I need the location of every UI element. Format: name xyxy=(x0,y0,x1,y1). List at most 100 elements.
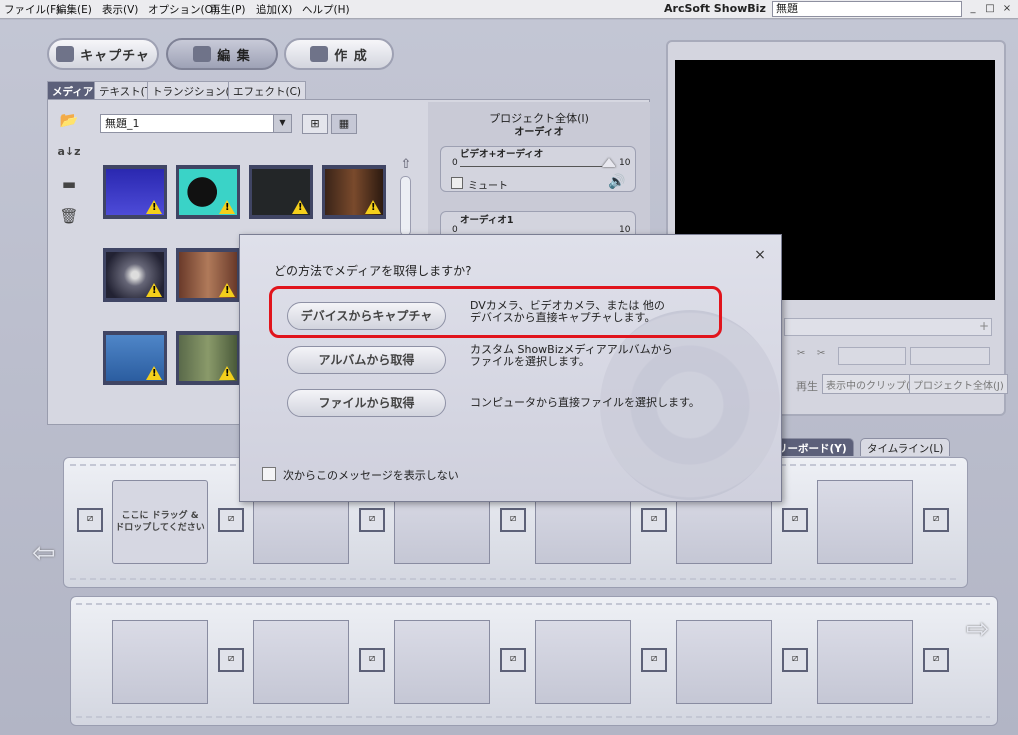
media-thumbnail[interactable] xyxy=(103,248,167,302)
tab-effect[interactable]: エフェクト(C) xyxy=(228,81,307,99)
slider-icon[interactable]: ▬ xyxy=(55,172,83,196)
media-thumbnail[interactable] xyxy=(176,331,240,385)
create-mode-button[interactable]: 作 成 xyxy=(284,38,394,70)
scroll-left-arrow-icon[interactable]: ⇦ xyxy=(32,536,55,569)
project-name-field[interactable]: 無題 xyxy=(772,1,962,17)
media-thumbnail[interactable] xyxy=(176,248,240,302)
menu-help[interactable]: ヘルプ(H) xyxy=(302,2,350,17)
transition-slot-icon[interactable]: ⧄ xyxy=(218,508,244,532)
app-title: ArcSoft ShowBiz xyxy=(664,2,766,15)
video-audio-label: ビデオ+オーディオ xyxy=(460,149,544,160)
storyboard-frame[interactable] xyxy=(253,620,349,704)
transition-slot-icon[interactable]: ⧄ xyxy=(359,648,385,672)
project-panel-subtitle: オーディオ xyxy=(514,127,564,138)
menu-file[interactable]: ファイル(F) xyxy=(4,2,60,17)
edit-mode-button[interactable]: 編 集 xyxy=(166,38,278,70)
audio1-label: オーディオ1 xyxy=(460,215,514,226)
drop-hint-line2: ドロップしてください xyxy=(115,523,205,533)
storyboard-frame[interactable] xyxy=(817,480,913,564)
scroll-up-arrow-icon[interactable]: ⇧ xyxy=(398,157,414,173)
tab-storyboard[interactable]: リーボード(Y) xyxy=(770,438,854,456)
menu-view[interactable]: 表示(V) xyxy=(102,2,138,17)
desc-line: デバイスから直接キャプチャします。 xyxy=(470,311,656,324)
desc-line: ファイルを選択します。 xyxy=(470,355,590,368)
capture-mode-button[interactable]: キャプチャ xyxy=(47,38,159,70)
volume-slider-track[interactable] xyxy=(460,166,616,167)
trim-end-icon[interactable]: ✂ xyxy=(817,348,825,359)
camera-icon xyxy=(56,46,75,62)
get-from-file-button[interactable]: ファイルから取得 xyxy=(287,389,446,417)
end-time-field[interactable] xyxy=(910,347,990,365)
warning-icon xyxy=(146,366,162,380)
scroll-right-arrow-icon[interactable]: ⇨ xyxy=(966,612,989,645)
capture-mode-label: キャプチャ xyxy=(80,48,150,64)
capture-from-device-button[interactable]: デバイスからキャプチャ xyxy=(287,302,446,330)
transition-slot-icon[interactable]: ⧄ xyxy=(218,648,244,672)
warning-icon xyxy=(219,200,235,214)
film-perforation xyxy=(76,603,990,605)
storyboard-frame[interactable] xyxy=(817,620,913,704)
warning-icon xyxy=(146,283,162,297)
play-label[interactable]: 再生 xyxy=(796,378,818,394)
transition-slot-icon[interactable]: ⧄ xyxy=(923,648,949,672)
edit-mode-label: 編 集 xyxy=(217,48,251,64)
mute-checkbox[interactable] xyxy=(451,177,463,189)
volume-slider-thumb[interactable] xyxy=(602,158,616,167)
media-thumbnail[interactable] xyxy=(322,165,386,219)
trash-icon[interactable]: 🗑 xyxy=(55,204,83,228)
menu-play[interactable]: 再生(P) xyxy=(210,2,246,17)
slider-min-label: 0 xyxy=(452,158,458,168)
film-perforation xyxy=(70,578,960,580)
storyboard-frame[interactable] xyxy=(535,620,631,704)
transition-slot-icon[interactable]: ⧄ xyxy=(923,508,949,532)
slider-max-label: 10 xyxy=(619,158,631,168)
chevron-down-icon[interactable]: ▼ xyxy=(273,115,291,132)
add-icon[interactable]: + xyxy=(976,319,992,335)
transition-slot-icon[interactable]: ⧄ xyxy=(641,648,667,672)
menu-add[interactable]: 追加(X) xyxy=(256,2,292,17)
small-view-button[interactable]: ▦ xyxy=(331,114,357,134)
album-select[interactable]: 無題_1 xyxy=(100,114,292,133)
folder-icon[interactable]: 📂 xyxy=(55,108,83,132)
media-thumbnail[interactable] xyxy=(249,165,313,219)
menu-options[interactable]: オプション(O) xyxy=(148,2,217,17)
preview-timeline-bar[interactable] xyxy=(784,318,992,336)
film-perforation xyxy=(76,716,990,718)
drop-hint-line1: ここに ドラッグ & xyxy=(121,511,199,521)
media-thumbnail[interactable] xyxy=(103,331,167,385)
transition-slot-icon[interactable]: ⧄ xyxy=(500,648,526,672)
large-view-button[interactable]: ⊞ xyxy=(302,114,328,134)
storyboard-frame[interactable] xyxy=(394,620,490,704)
whole-project-button[interactable]: プロジェクト全体(J) xyxy=(909,374,1008,394)
media-thumbnail[interactable] xyxy=(176,165,240,219)
capture-from-device-desc: DVカメラ、ビデオカメラ、または 他の デバイスから直接キャプチャします。 xyxy=(470,300,665,324)
transition-slot-icon[interactable]: ⧄ xyxy=(359,508,385,532)
tab-timeline[interactable]: タイムライン(L) xyxy=(860,438,951,456)
minimize-button[interactable]: _ xyxy=(966,2,980,16)
dialog-question: どの方法でメディアを取得しますか? xyxy=(274,264,472,278)
drop-hint: ここに ドラッグ & ドロップしてください xyxy=(112,510,208,534)
mute-label: ミュート xyxy=(468,181,508,192)
get-from-album-button[interactable]: アルバムから取得 xyxy=(287,346,446,374)
dont-show-again-checkbox[interactable] xyxy=(262,467,276,481)
close-window-button[interactable]: × xyxy=(1000,2,1014,16)
transition-slot-icon[interactable]: ⧄ xyxy=(782,648,808,672)
sort-az-icon[interactable]: a↓z xyxy=(55,140,83,164)
media-thumbnail[interactable] xyxy=(103,165,167,219)
warning-icon xyxy=(292,200,308,214)
transition-slot-icon[interactable]: ⧄ xyxy=(500,508,526,532)
dialog-close-button[interactable]: × xyxy=(752,247,768,263)
start-time-field[interactable] xyxy=(838,347,906,365)
maximize-button[interactable]: □ xyxy=(983,2,997,16)
warning-icon xyxy=(219,366,235,380)
transition-slot-icon[interactable]: ⧄ xyxy=(782,508,808,532)
storyboard-frame[interactable] xyxy=(676,620,772,704)
warning-icon xyxy=(365,200,381,214)
media-scrollbar[interactable] xyxy=(400,176,411,236)
transition-slot-icon[interactable]: ⧄ xyxy=(641,508,667,532)
menu-edit[interactable]: 編集(E) xyxy=(56,2,92,17)
create-mode-label: 作 成 xyxy=(334,48,368,64)
trim-start-icon[interactable]: ✂ xyxy=(797,348,805,359)
transition-slot-icon[interactable]: ⧄ xyxy=(77,508,103,532)
storyboard-frame[interactable] xyxy=(112,620,208,704)
